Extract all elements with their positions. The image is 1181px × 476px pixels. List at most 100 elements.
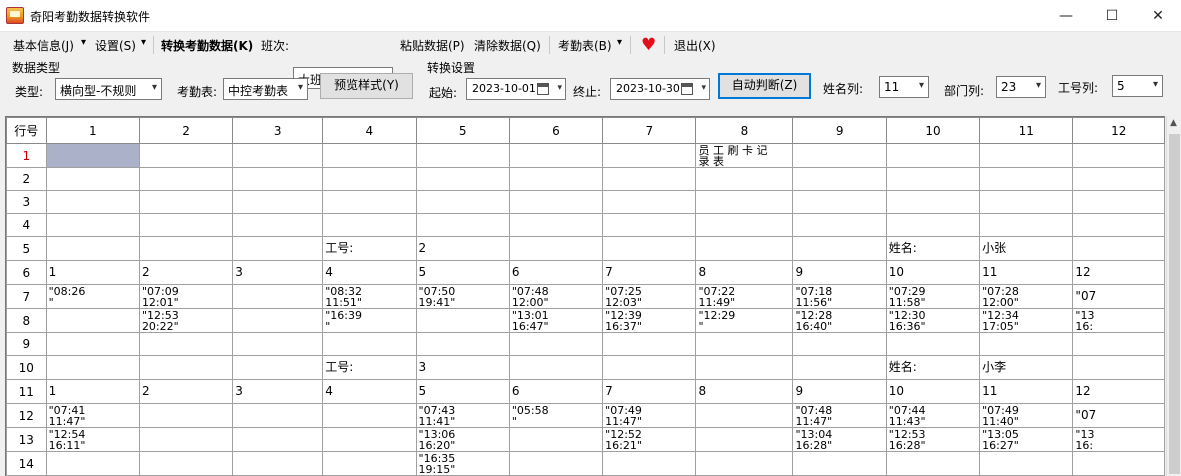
grid-cell[interactable]: "07:22 11:49" (695, 284, 794, 309)
grid-cell[interactable]: 工号: (322, 355, 417, 380)
grid-cell[interactable] (138, 190, 234, 214)
grid-cell[interactable]: 11 (979, 260, 1074, 285)
grid-cell[interactable] (508, 332, 604, 356)
grid-cell[interactable] (792, 190, 887, 214)
grid-cell[interactable] (322, 190, 417, 214)
grid-cell[interactable] (322, 143, 417, 168)
scroll-up-icon[interactable]: ▲ (1170, 118, 1177, 128)
grid-cell[interactable] (138, 451, 234, 476)
grid-cell[interactable]: "07:41 11:47" (45, 403, 140, 428)
grid-cell[interactable]: 5 (415, 260, 510, 285)
grid-cell[interactable] (508, 427, 604, 452)
grid-cell[interactable]: "12:52 16:21" (602, 427, 697, 452)
column-header[interactable]: 5 (415, 117, 510, 144)
chevron-down-icon[interactable]: ▾ (81, 37, 86, 48)
end-date-picker[interactable]: 2023-10-30 ▾ (610, 78, 710, 100)
grid-cell[interactable]: 9 (792, 260, 887, 285)
grid-cell[interactable]: 4 (322, 260, 417, 285)
grid-cell[interactable] (695, 403, 794, 428)
grid-cell[interactable]: "05:58 " (508, 403, 604, 428)
grid-cell[interactable] (885, 451, 981, 476)
grid-cell[interactable] (508, 190, 604, 214)
grid-cell[interactable]: 小张 (979, 236, 1074, 261)
grid-cell[interactable]: 3 (232, 379, 324, 404)
grid-cell[interactable] (415, 167, 510, 191)
grid-cell[interactable] (695, 427, 794, 452)
grid-cell[interactable] (602, 236, 697, 261)
grid-cell[interactable] (45, 332, 140, 356)
grid-cell[interactable] (792, 143, 887, 168)
grid-cell[interactable]: 5 (415, 379, 510, 404)
grid-cell[interactable] (45, 355, 140, 380)
grid-cell[interactable]: "13:04 16:28" (792, 427, 887, 452)
grid-cell[interactable] (232, 451, 324, 476)
grid-cell[interactable] (792, 451, 887, 476)
grid-cell[interactable]: "07:50 19:41" (415, 284, 510, 309)
grid-cell[interactable] (885, 143, 981, 168)
grid-cell[interactable] (885, 190, 981, 214)
grid-cell[interactable] (792, 355, 887, 380)
start-date-picker[interactable]: 2023-10-01 ▾ (466, 78, 566, 100)
grid-cell[interactable]: "07:49 11:40" (979, 403, 1074, 428)
grid-cell[interactable] (979, 332, 1074, 356)
grid-cell[interactable] (232, 167, 324, 191)
menu-clear[interactable]: 清除数据(Q) (474, 37, 541, 54)
grid-cell[interactable] (1072, 213, 1165, 237)
column-header[interactable]: 7 (602, 117, 697, 144)
grid-cell[interactable]: 4 (322, 379, 417, 404)
grid-cell[interactable] (322, 213, 417, 237)
type-select[interactable]: 横向型-不规则 ▾ (55, 78, 162, 100)
grid-cell[interactable]: "07:25 12:03" (602, 284, 697, 309)
grid-cell[interactable] (602, 213, 697, 237)
grid-cell[interactable] (322, 451, 417, 476)
grid-cell[interactable]: 工号: (322, 236, 417, 261)
vertical-scrollbar[interactable]: ▲ (1166, 116, 1181, 476)
grid-cell[interactable] (232, 332, 324, 356)
grid-cell[interactable]: 6 (508, 379, 604, 404)
grid-cell[interactable] (885, 332, 981, 356)
grid-cell[interactable] (885, 213, 981, 237)
grid-cell[interactable] (232, 403, 324, 428)
column-header[interactable]: 9 (792, 117, 887, 144)
grid-cell[interactable]: "08:26 " (45, 284, 140, 309)
grid-cell[interactable] (138, 213, 234, 237)
id-col-select[interactable]: 5 ▾ (1112, 75, 1163, 97)
grid-cell[interactable] (138, 167, 234, 191)
column-header[interactable]: 4 (322, 117, 417, 144)
grid-cell[interactable] (792, 332, 887, 356)
grid-cell[interactable]: "12:39 16:37" (602, 308, 697, 333)
grid-cell[interactable] (45, 213, 140, 237)
column-header[interactable]: 10 (885, 117, 981, 144)
grid-cell[interactable] (602, 167, 697, 191)
grid-cell[interactable] (695, 167, 794, 191)
grid-cell[interactable] (45, 190, 140, 214)
grid-cell[interactable] (232, 213, 324, 237)
grid-cell[interactable] (415, 308, 510, 333)
grid-cell[interactable]: 10 (885, 379, 981, 404)
grid-cell[interactable] (138, 236, 234, 261)
grid-cell[interactable]: 2 (138, 260, 234, 285)
grid-cell[interactable]: 7 (602, 379, 697, 404)
column-header[interactable]: 1 (45, 117, 140, 144)
grid-cell[interactable] (232, 284, 324, 309)
grid-cell[interactable]: 11 (979, 379, 1074, 404)
grid-cell[interactable] (1072, 190, 1165, 214)
grid-cell[interactable]: "13 16: (1072, 427, 1165, 452)
grid-cell[interactable]: "13:01 16:47" (508, 308, 604, 333)
grid-cell[interactable] (138, 355, 234, 380)
column-header[interactable]: 8 (695, 117, 794, 144)
grid-cell[interactable]: "12:53 16:28" (885, 427, 981, 452)
grid-cell[interactable]: "07:18 11:56" (792, 284, 887, 309)
grid-cell[interactable]: "07:44 11:43" (885, 403, 981, 428)
grid-cell[interactable]: 小李 (979, 355, 1074, 380)
row-header[interactable]: 8 (6, 308, 47, 333)
grid-cell[interactable]: 8 (695, 379, 794, 404)
row-header[interactable]: 7 (6, 284, 47, 309)
grid-cell[interactable]: "12:54 16:11" (45, 427, 140, 452)
grid-cell[interactable] (1072, 167, 1165, 191)
row-header[interactable]: 2 (6, 167, 47, 191)
grid-cell[interactable] (695, 213, 794, 237)
grid-cell[interactable]: "13 16: (1072, 308, 1165, 333)
row-header[interactable]: 11 (6, 379, 47, 404)
grid-cell[interactable]: 12 (1072, 260, 1165, 285)
